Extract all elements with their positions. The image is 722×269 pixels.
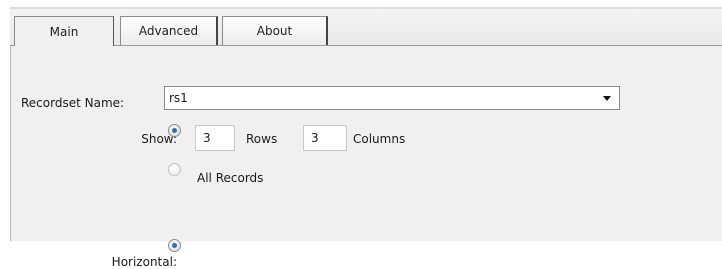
all-records-radio[interactable]: [168, 163, 181, 176]
recordset-name-label: Recordset Name:: [21, 96, 125, 110]
tab-bar: Main Advanced About: [10, 7, 722, 46]
columns-label: Columns: [353, 132, 406, 146]
tab-advanced-label: Advanced: [138, 24, 199, 38]
columns-value: 3: [311, 131, 319, 145]
rows-label: Rows: [246, 132, 278, 146]
tab-advanced[interactable]: Advanced: [120, 16, 218, 45]
all-records-label: All Records: [197, 171, 264, 185]
rows-input[interactable]: 3: [195, 125, 235, 151]
tab-about[interactable]: About: [222, 16, 328, 45]
recordset-name-select[interactable]: rs1: [164, 86, 620, 110]
columns-input[interactable]: 3: [303, 125, 347, 151]
chevron-down-icon: [603, 96, 611, 101]
top-strip: [0, 0, 722, 7]
rows-value: 3: [203, 131, 211, 145]
tab-about-label: About: [256, 24, 293, 38]
main-panel: Recordset Name: rs1 Show: 3 Rows 3 Colum…: [10, 46, 722, 269]
tab-main[interactable]: Main: [14, 16, 114, 46]
show-limited-radio[interactable]: [168, 124, 181, 137]
tab-main-label: Main: [49, 24, 79, 39]
horizontal-label: Horizontal:: [111, 255, 177, 269]
recordset-name-value: rs1: [169, 91, 188, 105]
